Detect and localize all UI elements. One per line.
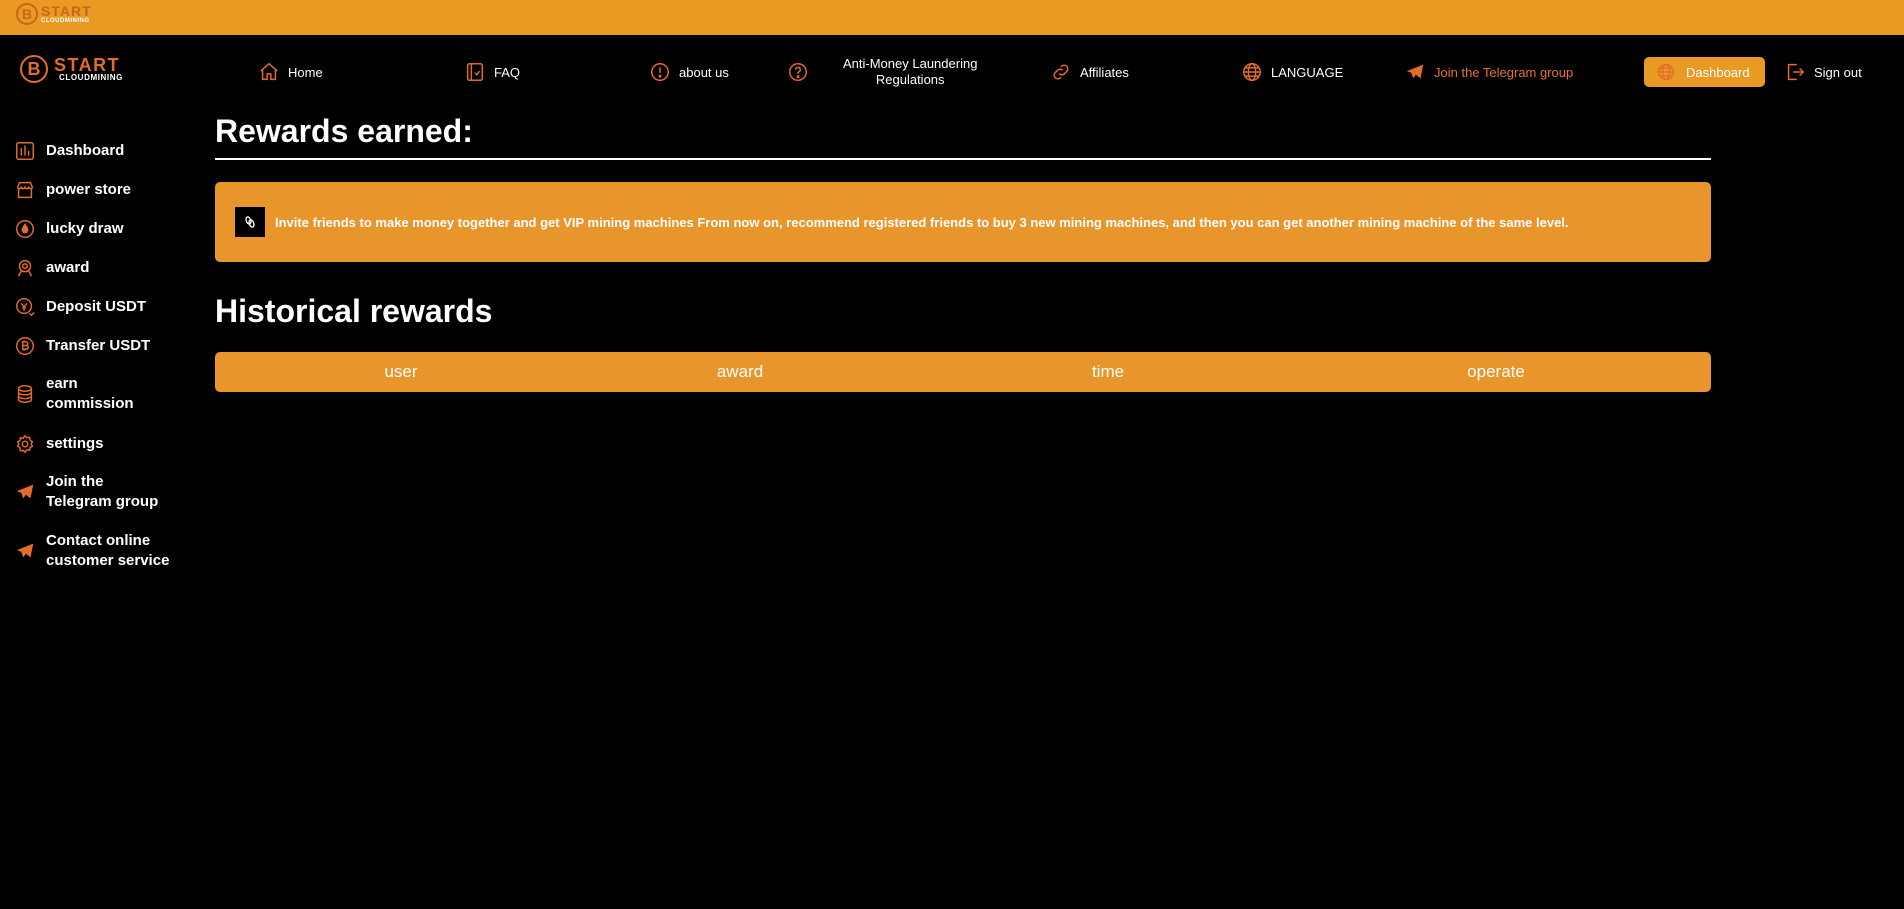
sidebar-item-label: power store [46, 181, 132, 198]
store-icon [16, 181, 34, 199]
banner-logo[interactable]: B START CLOUDMINING [16, 3, 92, 25]
rewards-table-header: user award time operate [215, 352, 1711, 392]
telegram-icon [16, 484, 34, 499]
award-icon [17, 259, 33, 277]
telegram-icon [1406, 64, 1424, 79]
nav-aml-line1: Anti-Money Laundering [843, 56, 978, 71]
nav-faq-label: FAQ [494, 64, 521, 80]
sidebar-item-dashboard[interactable]: Dashboard [14, 140, 124, 162]
sidebar-item-settings[interactable]: settings [14, 433, 104, 455]
sidebar-item-earn-commission[interactable]: earn commission [14, 374, 134, 414]
column-header-time: time [1091, 362, 1125, 381]
historical-rewards-title: Historical rewards [215, 293, 493, 329]
rewards-earned-title: Rewards earned: [215, 113, 473, 149]
sidebar-item-label: settings [46, 435, 104, 452]
sidebar-item-label-line2: customer service [46, 552, 170, 569]
nav-affiliates-label: Affiliates [1080, 64, 1129, 80]
sidebar-item-label-line2: commission [46, 395, 134, 412]
nav-signout-label: Sign out [1814, 64, 1862, 80]
book-icon [466, 63, 484, 81]
nav-language-label: LANGUAGE [1271, 64, 1344, 80]
dashboard-button-label: Dashboard [1686, 64, 1750, 80]
nav-telegram-label: Join the Telegram group [1434, 64, 1574, 80]
link-icon [1053, 64, 1069, 80]
sidebar-item-transfer-usdt[interactable]: Transfer USDT [14, 335, 150, 357]
exclamation-icon [651, 63, 669, 81]
bar-chart-icon [16, 142, 34, 160]
brand-sub: CLOUDMINING [59, 73, 123, 82]
bitcoin-logo-icon: B [16, 3, 38, 25]
main-navbar: B START CLOUDMINING Home FAQ about us An… [0, 35, 1904, 113]
title-divider [215, 158, 1711, 160]
column-header-award: award [716, 362, 764, 381]
dashboard-button[interactable]: Dashboard [1644, 57, 1765, 87]
sidebar-item-customer-service[interactable]: Contact online customer service [14, 531, 169, 571]
nav-affiliates[interactable]: Affiliates [1050, 57, 1129, 87]
sidebar-item-telegram[interactable]: Join the Telegram group [14, 472, 158, 512]
nav-signout[interactable]: Sign out [1784, 57, 1862, 87]
sidebar-item-label: lucky draw [46, 220, 124, 237]
sidebar-item-label-line2: Telegram group [46, 493, 159, 510]
column-header-operate: operate [1467, 362, 1525, 381]
sidebar-item-label: award [46, 259, 90, 276]
question-icon [789, 63, 807, 81]
invite-notice-text: Invite friends to make money together an… [275, 214, 1569, 230]
site-logo[interactable]: B START CLOUDMINING [20, 55, 123, 83]
sidebar-item-lucky-draw[interactable]: lucky draw [14, 218, 124, 240]
nav-home[interactable]: Home [258, 57, 323, 87]
sidebar-item-label: Dashboard [46, 142, 125, 159]
bitcoin-icon [16, 337, 34, 355]
nav-about-label: about us [679, 64, 729, 80]
sidebar-item-label: Transfer USDT [46, 337, 151, 354]
nav-telegram[interactable]: Join the Telegram group [1404, 57, 1573, 87]
sidebar-item-label-line1: earn [46, 375, 78, 392]
sidebar-item-award[interactable]: award [14, 257, 89, 279]
logout-icon [1787, 63, 1805, 81]
brand-name: START [54, 55, 121, 75]
banner-brand-name: START [41, 3, 92, 19]
globe-icon [1657, 63, 1675, 81]
telegram-icon [16, 543, 34, 558]
nav-faq[interactable]: FAQ [464, 57, 520, 87]
globe-icon [1243, 63, 1261, 81]
nav-aml-line2: Regulations [875, 72, 945, 87]
invite-notice: Invite friends to make money together an… [215, 182, 1711, 262]
home-icon [260, 62, 278, 81]
nav-about[interactable]: about us [649, 57, 729, 87]
nav-language[interactable]: LANGUAGE [1241, 57, 1343, 87]
chain-link-icon [235, 207, 265, 237]
nav-aml[interactable]: Anti-Money Laundering Regulations [787, 56, 978, 87]
sidebar-item-label-line1: Contact online [46, 532, 151, 549]
sidebar-item-deposit-usdt[interactable]: Deposit USDT [14, 296, 146, 318]
deposit-icon [16, 298, 35, 317]
sidebar-item-power-store[interactable]: power store [14, 179, 131, 201]
gear-icon [16, 434, 34, 454]
bitcoin-logo-icon: B [20, 55, 48, 83]
nav-home-label: Home [288, 64, 323, 80]
sidebar-item-label: Deposit USDT [46, 298, 147, 315]
column-header-user: user [384, 362, 418, 381]
sidebar-item-label-line1: Join the [46, 473, 104, 490]
banner-brand-sub: CLOUDMINING [41, 18, 90, 24]
top-banner: B START CLOUDMINING [0, 0, 1904, 35]
drop-icon [16, 220, 34, 238]
coins-icon [17, 385, 33, 403]
